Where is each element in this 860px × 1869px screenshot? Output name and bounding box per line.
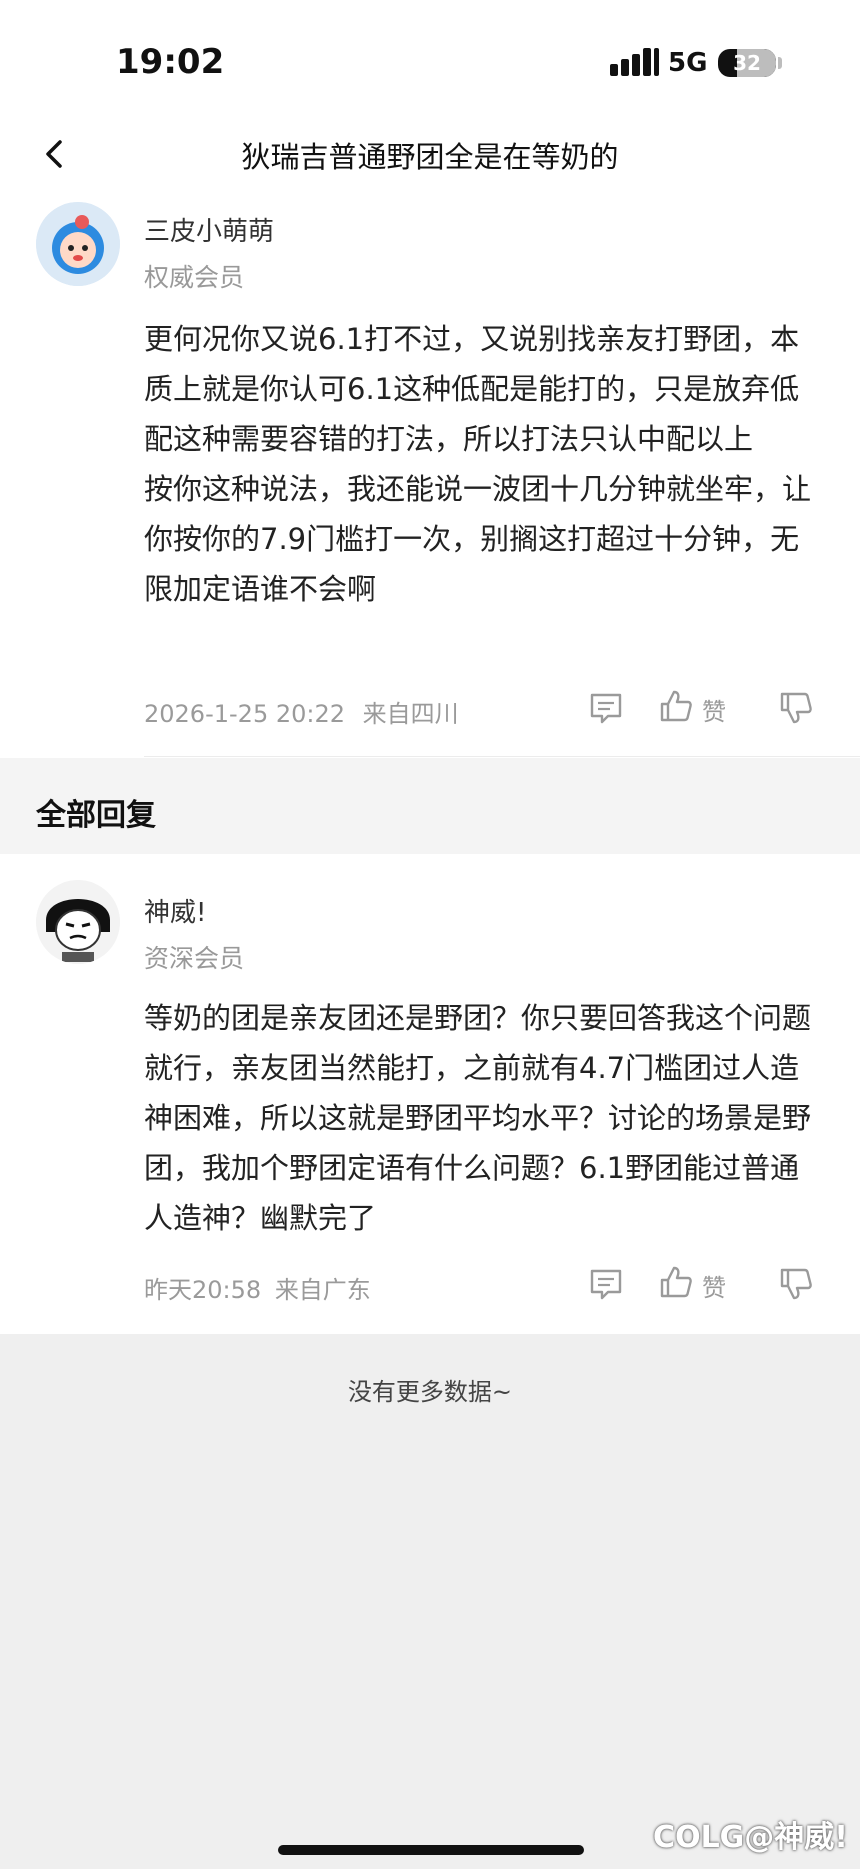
thumbs-up-icon[interactable] [658,1264,694,1300]
section-title: 全部回复 [36,798,156,833]
comment-icon[interactable] [588,1266,624,1302]
battery-percent: 32 [733,51,761,75]
reply-location: 来自广东 [274,1276,371,1304]
battery-tip [778,57,782,69]
post-location: 来自四川 [362,700,459,728]
network-label: 5G [668,48,708,78]
post-timestamp: 2026-1-25 20:22 [144,700,345,728]
post-meta: 2026-1-25 20:22 来自四川 [144,694,459,729]
thumbs-up-icon[interactable] [658,688,694,724]
comment-icon[interactable] [588,690,624,726]
like-button[interactable]: 赞 [702,692,726,727]
reply-timestamp: 昨天20:58 [144,1276,262,1304]
author-avatar[interactable] [36,202,120,286]
thumbs-down-icon[interactable] [778,1266,814,1302]
like-button[interactable]: 赞 [702,1268,726,1303]
reply-content: 等奶的团是亲友团还是野团？你只要回答我这个问题就行，亲友团当然能打，之前就有4.… [144,1001,812,1235]
home-indicator[interactable] [278,1845,584,1855]
signal-icon [610,48,664,76]
reply-author-name[interactable]: 神威! [144,892,206,929]
battery-icon: 32 [718,49,776,77]
post-content: 更何况你又说6.1打不过，又说别找亲友打野团，本质上就是你认可6.1这种低配是能… [144,322,812,606]
reply-author-role: 资深会员 [144,944,245,973]
thumbs-down-icon[interactable] [778,690,814,726]
author-role: 权威会员 [144,263,245,292]
watermark: COLG@神威! [653,1820,848,1855]
author-name[interactable]: 三皮小萌萌 [144,211,274,248]
divider [144,756,860,757]
no-more-data: 没有更多数据~ [347,1378,513,1406]
status-time: 19:02 [116,42,225,82]
reply-avatar[interactable] [36,880,120,964]
reply-meta: 昨天20:58 来自广东 [144,1270,371,1305]
page-title: 狄瑞吉普通野团全是在等奶的 [241,140,619,174]
